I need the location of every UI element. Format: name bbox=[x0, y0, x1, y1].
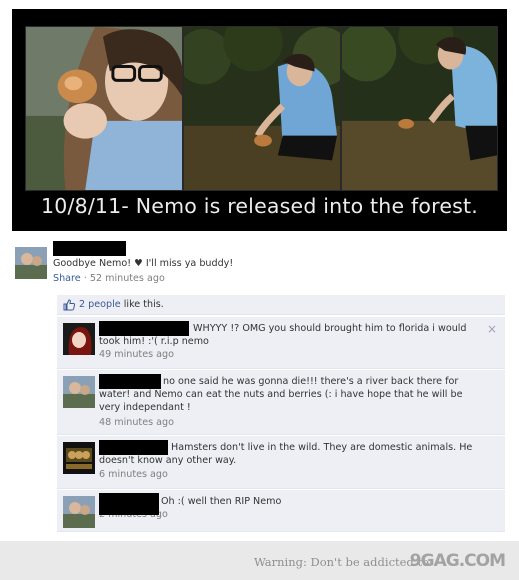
comment-item: no one said he was gonna die!!! there's … bbox=[57, 370, 505, 435]
commenter-avatar[interactable] bbox=[63, 376, 95, 408]
thumbs-up-icon bbox=[63, 299, 75, 311]
comment-timestamp[interactable]: 6 minutes ago bbox=[99, 468, 168, 481]
comment-timestamp[interactable]: 49 minutes ago bbox=[99, 348, 174, 361]
likes-summary: 2 people like this. bbox=[57, 295, 505, 315]
poster-avatar[interactable] bbox=[15, 247, 47, 279]
share-link[interactable]: Share bbox=[53, 273, 81, 284]
comment-item: WHYYY !? OMG you should brought him to f… bbox=[57, 317, 505, 369]
girl-kissing-hamster-photo bbox=[25, 26, 183, 191]
9gag-logo: 9GAG.COM bbox=[409, 551, 506, 571]
post-meta: Share · 52 minutes ago bbox=[53, 272, 165, 285]
girl-crouching-in-forest-photo bbox=[341, 26, 498, 191]
comment-text: WHYYY !? OMG you should brought him to f… bbox=[99, 323, 467, 347]
poster-caption: 10/8/11- Nemo is released into the fores… bbox=[40, 194, 479, 218]
watermark-footer: Warning: Don't be addicted to 9GAG.COM bbox=[0, 541, 519, 580]
likes-text: 2 people like this. bbox=[79, 299, 164, 310]
post-timestamp[interactable]: 52 minutes ago bbox=[90, 273, 165, 284]
likes-count-link[interactable]: 2 people bbox=[79, 299, 121, 310]
motivational-poster: 10/8/11- Nemo is released into the fores… bbox=[12, 9, 507, 231]
commenter-name-redacted[interactable] bbox=[99, 493, 159, 515]
comment-text: Hamsters don't live in the wild. They ar… bbox=[99, 442, 473, 466]
comment-timestamp[interactable]: 48 minutes ago bbox=[99, 416, 174, 429]
commenter-avatar[interactable] bbox=[63, 323, 95, 355]
comment-item: Oh :( well then RIP Nemo 2 minutes ago bbox=[57, 490, 505, 532]
commenter-avatar[interactable] bbox=[63, 442, 95, 474]
likes-suffix: like this. bbox=[120, 299, 164, 310]
post-message: Goodbye Nemo! ♥ I'll miss ya buddy! bbox=[53, 258, 234, 269]
comment-item: Hamsters don't live in the wild. They ar… bbox=[57, 436, 505, 489]
poster-name-redacted[interactable] bbox=[53, 241, 126, 256]
meta-separator: · bbox=[80, 273, 90, 284]
footer-warning: Warning: Don't be addicted to bbox=[253, 555, 429, 569]
comment-text: no one said he was gonna die!!! there's … bbox=[99, 376, 463, 413]
close-icon[interactable]: × bbox=[487, 322, 497, 336]
commenter-avatar[interactable] bbox=[63, 496, 95, 528]
girl-releasing-hamster-photo bbox=[183, 26, 341, 191]
